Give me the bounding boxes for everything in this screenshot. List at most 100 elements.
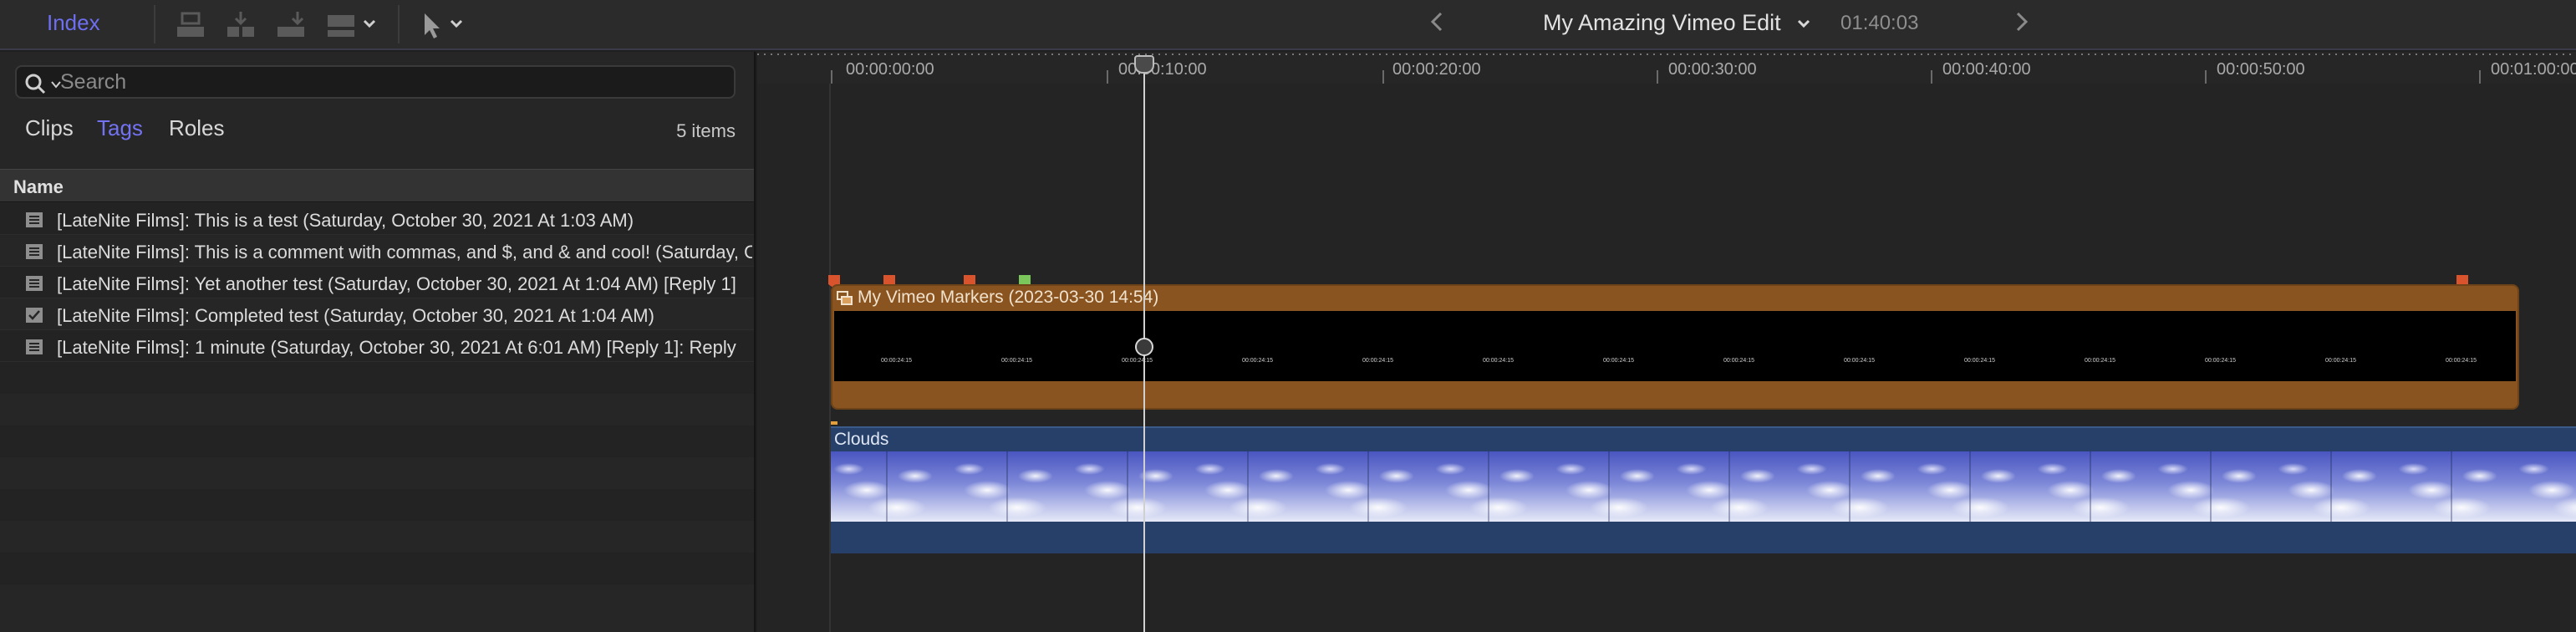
ruler-tick <box>2479 70 2481 84</box>
filmstrip-timestamp: 00:00:24:15 <box>2325 358 2356 364</box>
ruler-tick <box>1931 70 1932 84</box>
ruler-label: 00:01:00:00 <box>2491 60 2576 79</box>
ruler-label: 00:00:50:00 <box>2217 60 2305 79</box>
frame-divider <box>1488 451 1489 522</box>
frame-divider <box>1367 451 1369 522</box>
top-toolbar: Index My Amazing Vimeo Edit 01:40:03 <box>0 0 2576 50</box>
empty-row <box>0 521 754 553</box>
tag-list: [LateNite Films]: This is a test (Saturd… <box>0 203 754 616</box>
list-item-label: [LateNite Films]: Yet another test (Satu… <box>57 273 736 294</box>
filmstrip-timestamp: 00:00:24:15 <box>2446 358 2477 364</box>
empty-row <box>0 553 754 584</box>
frame-divider <box>1247 451 1249 522</box>
list-item-label: [LateNite Films]: 1 minute (Saturday, Oc… <box>57 337 736 358</box>
timeline-ruler[interactable]: 00:00:00:00 00:00:10:00 00:00:20:00 00:0… <box>757 52 2576 84</box>
frame-divider <box>1969 451 1971 522</box>
name-column-header[interactable]: Name <box>0 169 754 202</box>
frame-divider <box>886 451 888 522</box>
timeline-index-panel: Clips Tags Roles 5 items Name [LateNite … <box>0 52 756 632</box>
tab-roles[interactable]: Roles <box>169 115 224 141</box>
filmstrip-timestamp: 00:00:24:15 <box>1603 358 1634 364</box>
ruler-label: 00:00:00:00 <box>846 60 934 79</box>
filmstrip-timestamp: 00:00:24:15 <box>2085 358 2115 364</box>
clip-connection-marker <box>831 421 837 425</box>
frame-divider <box>1849 451 1851 522</box>
list-item[interactable]: [LateNite Films]: 1 minute (Saturday, Oc… <box>0 330 754 362</box>
marker-icon <box>25 243 43 260</box>
todo-checked-icon <box>25 307 43 324</box>
clip-filmstrip: 00:00:24:15 00:00:24:15 00:00:24:15 00:0… <box>834 311 2516 381</box>
compound-clip-icon <box>836 289 854 308</box>
clouds-clip[interactable]: Clouds <box>831 426 2576 553</box>
list-item[interactable]: [LateNite Films]: Completed test (Saturd… <box>0 298 754 330</box>
ruler-label: 00:00:30:00 <box>1668 60 1757 79</box>
search-input[interactable] <box>60 69 729 95</box>
back-arrow-icon[interactable] <box>1429 10 1444 39</box>
empty-row <box>0 362 754 394</box>
search-field[interactable] <box>15 65 736 99</box>
select-tool-icon[interactable] <box>416 8 450 42</box>
ruler-tick <box>1657 70 1658 84</box>
clouds-filmstrip <box>831 451 2576 522</box>
project-duration: 01:40:03 <box>1840 12 1919 34</box>
clip-title: Clouds <box>834 430 889 449</box>
connect-clip-icon[interactable] <box>174 8 207 42</box>
list-item-label: [LateNite Films]: This is a test (Saturd… <box>57 210 634 231</box>
frame-divider <box>1608 451 1610 522</box>
ruler-label: 00:00:40:00 <box>1942 60 2031 79</box>
list-item[interactable]: [LateNite Films]: This is a test (Saturd… <box>0 203 754 235</box>
filmstrip-timestamp: 00:00:24:15 <box>1122 358 1153 364</box>
ruler-tick <box>2205 70 2207 84</box>
list-item-label: [LateNite Films]: Completed test (Saturd… <box>57 305 654 326</box>
empty-row <box>0 394 754 426</box>
vimeo-markers-clip[interactable]: My Vimeo Markers (2023-03-30 14:54) 00:0… <box>831 284 2519 410</box>
filmstrip-timestamp: 00:00:24:15 <box>2205 358 2236 364</box>
items-count: 5 items <box>676 120 736 141</box>
ruler-tick <box>831 70 832 84</box>
marker-icon <box>25 339 43 355</box>
tab-clips[interactable]: Clips <box>25 115 74 141</box>
insert-clip-icon[interactable] <box>224 8 257 42</box>
playhead-keyframe-dot[interactable] <box>1135 338 1153 356</box>
list-item[interactable]: [LateNite Films]: This is a comment with… <box>0 235 754 267</box>
frame-divider <box>2210 451 2212 522</box>
filmstrip-timestamp: 00:00:24:15 <box>881 358 912 364</box>
filmstrip-timestamp: 00:00:24:15 <box>1242 358 1273 364</box>
playhead-handle-icon[interactable] <box>1134 55 1154 74</box>
project-title[interactable]: My Amazing Vimeo Edit <box>1543 10 1781 36</box>
empty-row <box>0 457 754 489</box>
tab-tags[interactable]: Tags <box>97 115 143 141</box>
filmstrip-timestamp: 00:00:24:15 <box>1001 358 1032 364</box>
frame-divider <box>2330 451 2332 522</box>
empty-row <box>0 489 754 521</box>
filmstrip-timestamp: 00:00:24:15 <box>1723 358 1754 364</box>
marker-icon <box>25 212 43 228</box>
empty-row <box>0 426 754 457</box>
toolbar-divider <box>154 5 155 43</box>
filmstrip-timestamp: 00:00:24:15 <box>1362 358 1393 364</box>
append-clip-icon[interactable] <box>274 8 308 42</box>
index-button[interactable]: Index <box>47 10 100 36</box>
edit-options-chevron-icon[interactable] <box>361 15 378 32</box>
overwrite-clip-icon[interactable] <box>324 8 358 42</box>
list-item[interactable]: [LateNite Films]: Yet another test (Satu… <box>0 267 754 298</box>
project-menu-chevron-icon[interactable] <box>1795 15 1812 32</box>
ruler-label: 00:00:20:00 <box>1392 60 1481 79</box>
frame-divider <box>1127 451 1128 522</box>
forward-arrow-icon[interactable] <box>2014 10 2029 39</box>
clip-title: My Vimeo Markers (2023-03-30 14:54) <box>858 288 1159 307</box>
empty-row <box>0 584 754 616</box>
frame-divider <box>2451 451 2452 522</box>
timeline-area[interactable]: 00:00:00:00 00:00:10:00 00:00:20:00 00:0… <box>757 52 2576 632</box>
ruler-tick <box>1107 70 1108 84</box>
filmstrip-timestamp: 00:00:24:15 <box>1844 358 1875 364</box>
list-item-label: [LateNite Films]: This is a comment with… <box>57 242 752 262</box>
frame-divider <box>2090 451 2091 522</box>
frame-divider <box>1728 451 1730 522</box>
column-header-label: Name <box>13 176 64 197</box>
marker-icon <box>25 275 43 292</box>
tool-options-chevron-icon[interactable] <box>448 15 465 32</box>
filmstrip-timestamp: 00:00:24:15 <box>1483 358 1514 364</box>
ruler-tick <box>1382 70 1384 84</box>
filmstrip-timestamp: 00:00:24:15 <box>1964 358 1995 364</box>
